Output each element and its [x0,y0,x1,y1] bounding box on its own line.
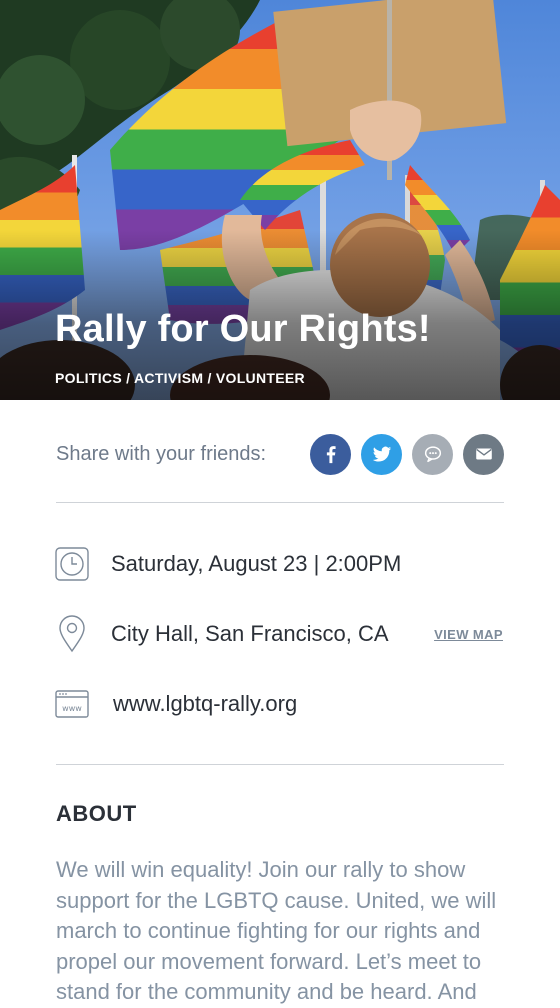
share-buttons [310,433,504,475]
event-website-row: www www.lgbtq-rally.org [55,684,503,724]
message-share-button[interactable] [412,433,453,475]
clock-icon [55,547,89,581]
web-icon: www [55,687,89,721]
event-location-row: City Hall, San Francisco, CA VIEW MAP [55,614,503,654]
email-share-button[interactable] [463,433,504,475]
event-categories: POLITICS / ACTIVISM / VOLUNTEER [55,370,305,386]
facebook-share-button[interactable] [310,433,351,475]
event-datetime-row: Saturday, August 23 | 2:00PM [55,544,503,584]
event-title: Rally for Our Rights! [55,308,431,350]
twitter-share-button[interactable] [361,433,402,475]
event-website-link[interactable]: www.lgbtq-rally.org [113,691,297,717]
share-row: Share with your friends: [56,432,504,476]
about-description: We will win equality! Join our rally to … [56,857,497,1004]
view-map-link[interactable]: VIEW MAP [434,627,503,642]
divider-bottom [56,764,504,765]
event-datetime: Saturday, August 23 | 2:00PM [111,551,402,576]
email-icon [475,448,492,460]
divider-top [56,502,504,503]
about-heading: ABOUT [56,801,137,826]
event-location: City Hall, San Francisco, CA [111,621,389,646]
twitter-icon [372,446,391,462]
hero-banner: Rally for Our Rights! POLITICS / ACTIVIS… [0,0,560,400]
share-label: Share with your friends: [56,442,267,465]
location-pin-icon [55,615,89,653]
facebook-icon [326,446,336,464]
message-icon [424,446,441,463]
svg-text:www: www [62,704,82,713]
